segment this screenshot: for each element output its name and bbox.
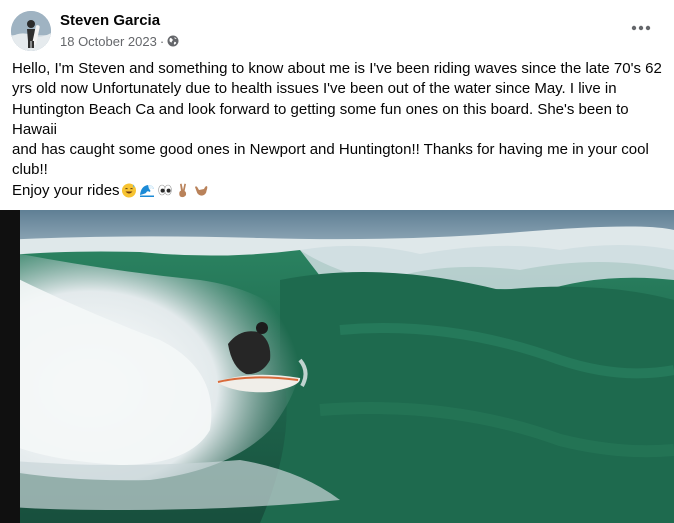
emoji-row	[121, 182, 209, 198]
wave-emoji	[139, 184, 154, 197]
post-text-line: Hello, I'm Steven and something to know …	[12, 60, 662, 138]
post-text-line-last: Enjoy your rides	[12, 181, 662, 201]
post-text-line: Enjoy your rides	[12, 181, 120, 199]
more-options-icon	[631, 25, 651, 31]
more-options-button[interactable]	[624, 13, 658, 43]
globe-icon[interactable]	[167, 35, 179, 47]
meta-separator: ·	[159, 33, 165, 49]
avatar-image	[11, 11, 51, 51]
post-meta: 18 October 2023 ·	[60, 33, 179, 49]
post-text-line: and has caught some good ones in Newport…	[12, 141, 649, 179]
avatar[interactable]	[11, 11, 51, 51]
victory-hand-emoji	[178, 183, 186, 197]
post-date[interactable]: 18 October 2023	[60, 34, 157, 49]
post-header: Steven Garcia 18 October 2023 ·	[0, 0, 674, 56]
grinning-sweat-emoji	[121, 183, 136, 198]
call-me-hand-emoji	[194, 185, 207, 196]
post-text: Hello, I'm Steven and something to know …	[12, 59, 662, 201]
surf-photo-image	[0, 210, 674, 523]
surf-photo[interactable]	[0, 210, 674, 523]
eyes-emoji	[157, 184, 172, 196]
author-name[interactable]: Steven Garcia	[60, 12, 160, 29]
